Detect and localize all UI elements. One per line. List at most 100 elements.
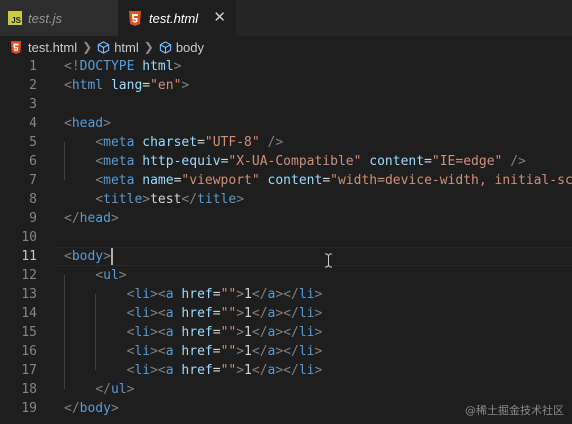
code-text: <body> xyxy=(64,247,113,266)
code-text: <meta name="viewport" content="width=dev… xyxy=(64,171,572,190)
code-line[interactable]: 1 <!DOCTYPE html> xyxy=(0,57,572,76)
code-token: > xyxy=(181,78,190,93)
code-line[interactable]: 4 <head> xyxy=(0,114,572,133)
code-token: 1 xyxy=(244,363,252,378)
tab-test-js[interactable]: JS test.js xyxy=(0,0,118,36)
code-token: > xyxy=(236,287,245,302)
line-number: 16 xyxy=(21,344,37,359)
code-token: = xyxy=(212,306,221,321)
code-line[interactable]: 11 <body> xyxy=(0,247,572,266)
line-number: 11 xyxy=(21,249,37,264)
text-cursor-icon xyxy=(325,253,332,268)
code-token: </ xyxy=(251,325,268,340)
code-token: < xyxy=(64,78,72,93)
code-token: >< xyxy=(150,344,166,359)
tab-test-html[interactable]: test.html ✕ xyxy=(118,0,236,36)
code-token: > xyxy=(103,116,111,131)
code-line[interactable]: 2 <html lang="en"> xyxy=(0,76,572,95)
code-line[interactable]: 8 <title>test</title> xyxy=(0,190,572,209)
code-token: > xyxy=(142,192,151,207)
code-line[interactable]: 9 </head> xyxy=(0,209,572,228)
text-caret xyxy=(110,248,113,265)
code-token: li xyxy=(298,363,315,378)
code-line[interactable]: 18 </ul> xyxy=(0,380,572,399)
code-token: li xyxy=(298,306,315,321)
code-line[interactable]: 5 <meta charset="UTF-8" /> xyxy=(0,133,572,152)
code-line[interactable]: 7 <meta name="viewport" content="width=d… xyxy=(0,171,572,190)
code-line[interactable]: 12 <ul> xyxy=(0,266,572,285)
code-line[interactable]: 3 xyxy=(0,95,572,114)
line-number: 19 xyxy=(21,401,37,416)
code-text: <li><a href="">1</a></li> xyxy=(64,361,323,380)
code-token: 1 xyxy=(244,344,252,359)
code-line[interactable]: 17 <li><a href="">1</a></li> xyxy=(0,361,572,380)
close-icon[interactable]: ✕ xyxy=(213,9,226,27)
code-token: html xyxy=(71,78,104,93)
code-line[interactable]: 16 <li><a href="">1</a></li> xyxy=(0,342,572,361)
code-token: li xyxy=(134,325,151,340)
code-line[interactable]: 6 <meta http-equiv = "X-UA-Compatible" con… xyxy=(0,152,572,171)
code-token: charset xyxy=(142,135,198,150)
breadcrumb-body[interactable]: body xyxy=(176,40,204,55)
code-text: </ul> xyxy=(64,380,134,399)
chevron-right-icon: ❯ xyxy=(82,40,93,54)
code-token: 1 xyxy=(244,325,252,340)
breadcrumb-html[interactable]: html xyxy=(114,40,139,55)
code-token: > xyxy=(126,382,135,397)
code-token: > xyxy=(314,344,323,359)
code-editor[interactable]: 1 <!DOCTYPE html> 2 <html lang="en"> 3 4 <head… xyxy=(0,57,572,424)
breadcrumb-file[interactable]: test.html xyxy=(28,40,77,55)
code-token: >< xyxy=(150,306,166,321)
code-token: body xyxy=(71,249,104,264)
code-token: = xyxy=(322,173,331,188)
line-number: 6 xyxy=(29,154,37,169)
code-token: lang xyxy=(110,78,143,93)
code-token: href xyxy=(181,306,213,321)
code-line[interactable]: 14 <li><a href="">1</a></li> xyxy=(0,304,572,323)
code-token: 1 xyxy=(244,287,252,302)
code-token: li xyxy=(298,287,315,302)
code-token: > xyxy=(236,325,245,340)
code-token: >< xyxy=(150,325,166,340)
code-token: > xyxy=(118,268,127,283)
code-token: meta xyxy=(103,135,135,150)
line-number: 4 xyxy=(29,116,37,131)
line-number: 14 xyxy=(21,306,37,321)
code-token: "" xyxy=(220,325,237,340)
line-number: 10 xyxy=(21,230,37,245)
code-token: </ xyxy=(251,287,268,302)
breadcrumb: test.html ❯ html ❯ body xyxy=(0,36,572,58)
code-token: ul xyxy=(110,382,127,397)
code-token: name xyxy=(142,173,174,188)
code-token: meta xyxy=(103,173,135,188)
code-token: ></ xyxy=(275,325,299,340)
code-token: < xyxy=(95,173,104,188)
code-token: a xyxy=(165,325,174,340)
code-token: ></ xyxy=(275,287,299,302)
code-token: a xyxy=(165,306,174,321)
line-number: 3 xyxy=(29,97,37,112)
code-token: "" xyxy=(220,344,237,359)
tab-bar: JS test.js test.html ✕ xyxy=(0,0,572,36)
code-text: <li><a href="">1</a></li> xyxy=(64,342,323,361)
cube-icon xyxy=(159,40,171,54)
line-number: 17 xyxy=(21,363,37,378)
code-token: li xyxy=(298,325,315,340)
line-number: 12 xyxy=(21,268,37,283)
line-number: 13 xyxy=(21,287,37,302)
code-line[interactable]: 10 xyxy=(0,228,572,247)
line-number: 2 xyxy=(29,78,37,93)
code-text: <meta charset="UTF-8" /> xyxy=(64,133,283,152)
code-line[interactable]: 13 <li><a href="">1</a></li> xyxy=(0,285,572,304)
code-text: <title>test</title> xyxy=(64,190,244,209)
code-line[interactable]: 15 <li><a href="">1</a></li> xyxy=(0,323,572,342)
code-token: head xyxy=(71,116,104,131)
